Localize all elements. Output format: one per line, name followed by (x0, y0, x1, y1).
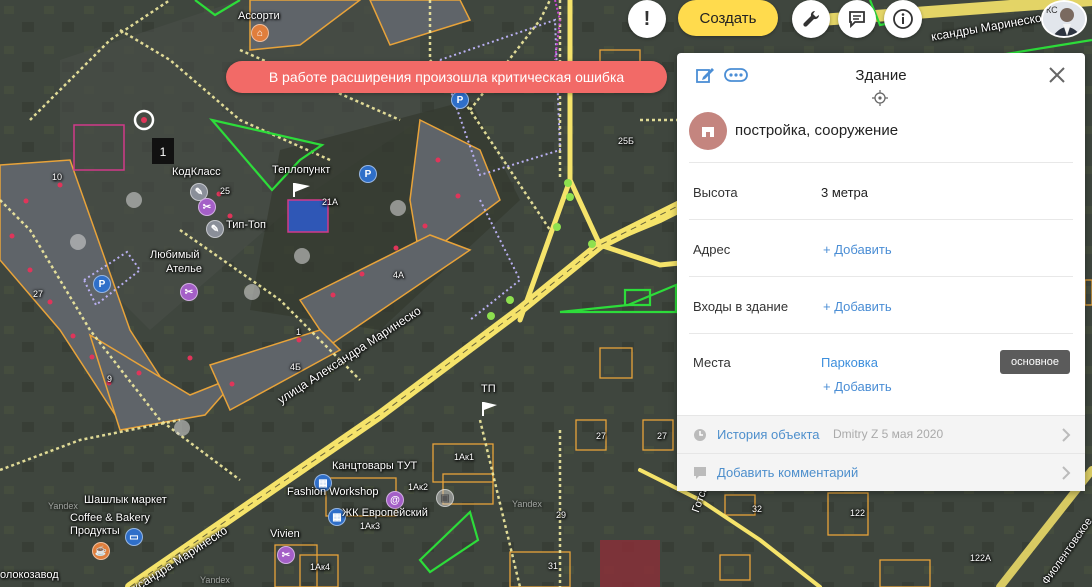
alert-button[interactable]: ! (628, 0, 666, 38)
building-icon[interactable]: ▦ (328, 508, 346, 526)
parking-icon[interactable]: P (93, 275, 111, 293)
add-address-link[interactable]: + Добавить (823, 242, 892, 257)
object-history-row[interactable]: История объекта Dmitry Z 5 мая 2020 (677, 415, 1085, 453)
history-label: История объекта (717, 427, 820, 442)
user-avatar[interactable]: КС (1041, 0, 1087, 38)
workshop-icon[interactable]: @ (386, 491, 404, 509)
chevron-right-icon (1062, 428, 1071, 442)
create-button[interactable]: Создать (678, 0, 778, 36)
height-label: Высота (693, 185, 738, 200)
attr-row-height: Высота 3 метра (689, 162, 1073, 219)
chevron-right-icon (1062, 466, 1071, 480)
close-icon (1049, 67, 1065, 83)
attr-row-places: Места Парковка основное + Добавить (689, 333, 1073, 414)
wrench-icon (803, 10, 820, 27)
scissors-icon[interactable]: ✂ (198, 198, 216, 216)
object-type-row[interactable]: постройка, сооружение (689, 112, 1073, 152)
bus-icon[interactable]: ▭ (125, 528, 143, 546)
avatar-initials: КС (1046, 5, 1058, 15)
building-icon[interactable]: ▦ (314, 474, 332, 492)
building-type-icon (689, 112, 727, 150)
add-place-link[interactable]: + Добавить (823, 379, 892, 394)
sewing-icon[interactable]: ✂ (180, 283, 198, 301)
comment-icon (694, 467, 706, 479)
tools-button[interactable] (792, 0, 830, 38)
add-entrance-link[interactable]: + Добавить (823, 299, 892, 314)
shop-icon[interactable]: ▣ (436, 489, 454, 507)
education-icon[interactable]: ✎ (206, 220, 224, 238)
address-label: Адрес (693, 242, 731, 257)
attr-row-entrances: Входы в здание + Добавить (689, 276, 1073, 333)
add-comment-label: Добавить комментарий (717, 465, 859, 480)
panel-title: Здание (855, 67, 907, 84)
selected-marker-number: 1 (160, 145, 167, 159)
places-label: Места (693, 355, 731, 370)
scissors-icon[interactable]: ✂ (277, 546, 295, 564)
error-notification[interactable]: В работе расширения произошла критическа… (226, 61, 667, 93)
center-on-object-icon[interactable] (872, 90, 888, 106)
entrances-label: Входы в здание (693, 299, 789, 314)
object-panel: Здание постройка, сооружение Высота 3 ме… (677, 53, 1085, 491)
close-button[interactable] (1045, 63, 1069, 87)
shop-icon[interactable]: ⌂ (251, 24, 269, 42)
parking-link[interactable]: Парковка (821, 355, 878, 370)
parking-icon[interactable]: P (451, 91, 469, 109)
add-comment-row[interactable]: Добавить комментарий (677, 453, 1085, 491)
cafe-icon[interactable]: ☕ (92, 542, 110, 560)
chat-icon (849, 11, 865, 29)
error-message: В работе расширения произошла критическа… (268, 69, 625, 85)
history-meta: Dmitry Z 5 мая 2020 (833, 427, 944, 441)
feedback-button[interactable] (838, 0, 876, 38)
attr-row-address: Адрес + Добавить (689, 219, 1073, 276)
info-button[interactable] (884, 0, 922, 38)
exclamation-icon: ! (643, 7, 651, 30)
height-value[interactable]: 3 метра (821, 185, 868, 200)
main-badge: основное (1000, 350, 1070, 374)
parking-icon[interactable]: P (359, 165, 377, 183)
object-type-label: постройка, сооружение (735, 122, 899, 139)
clock-icon (694, 429, 706, 441)
info-icon (893, 9, 913, 29)
